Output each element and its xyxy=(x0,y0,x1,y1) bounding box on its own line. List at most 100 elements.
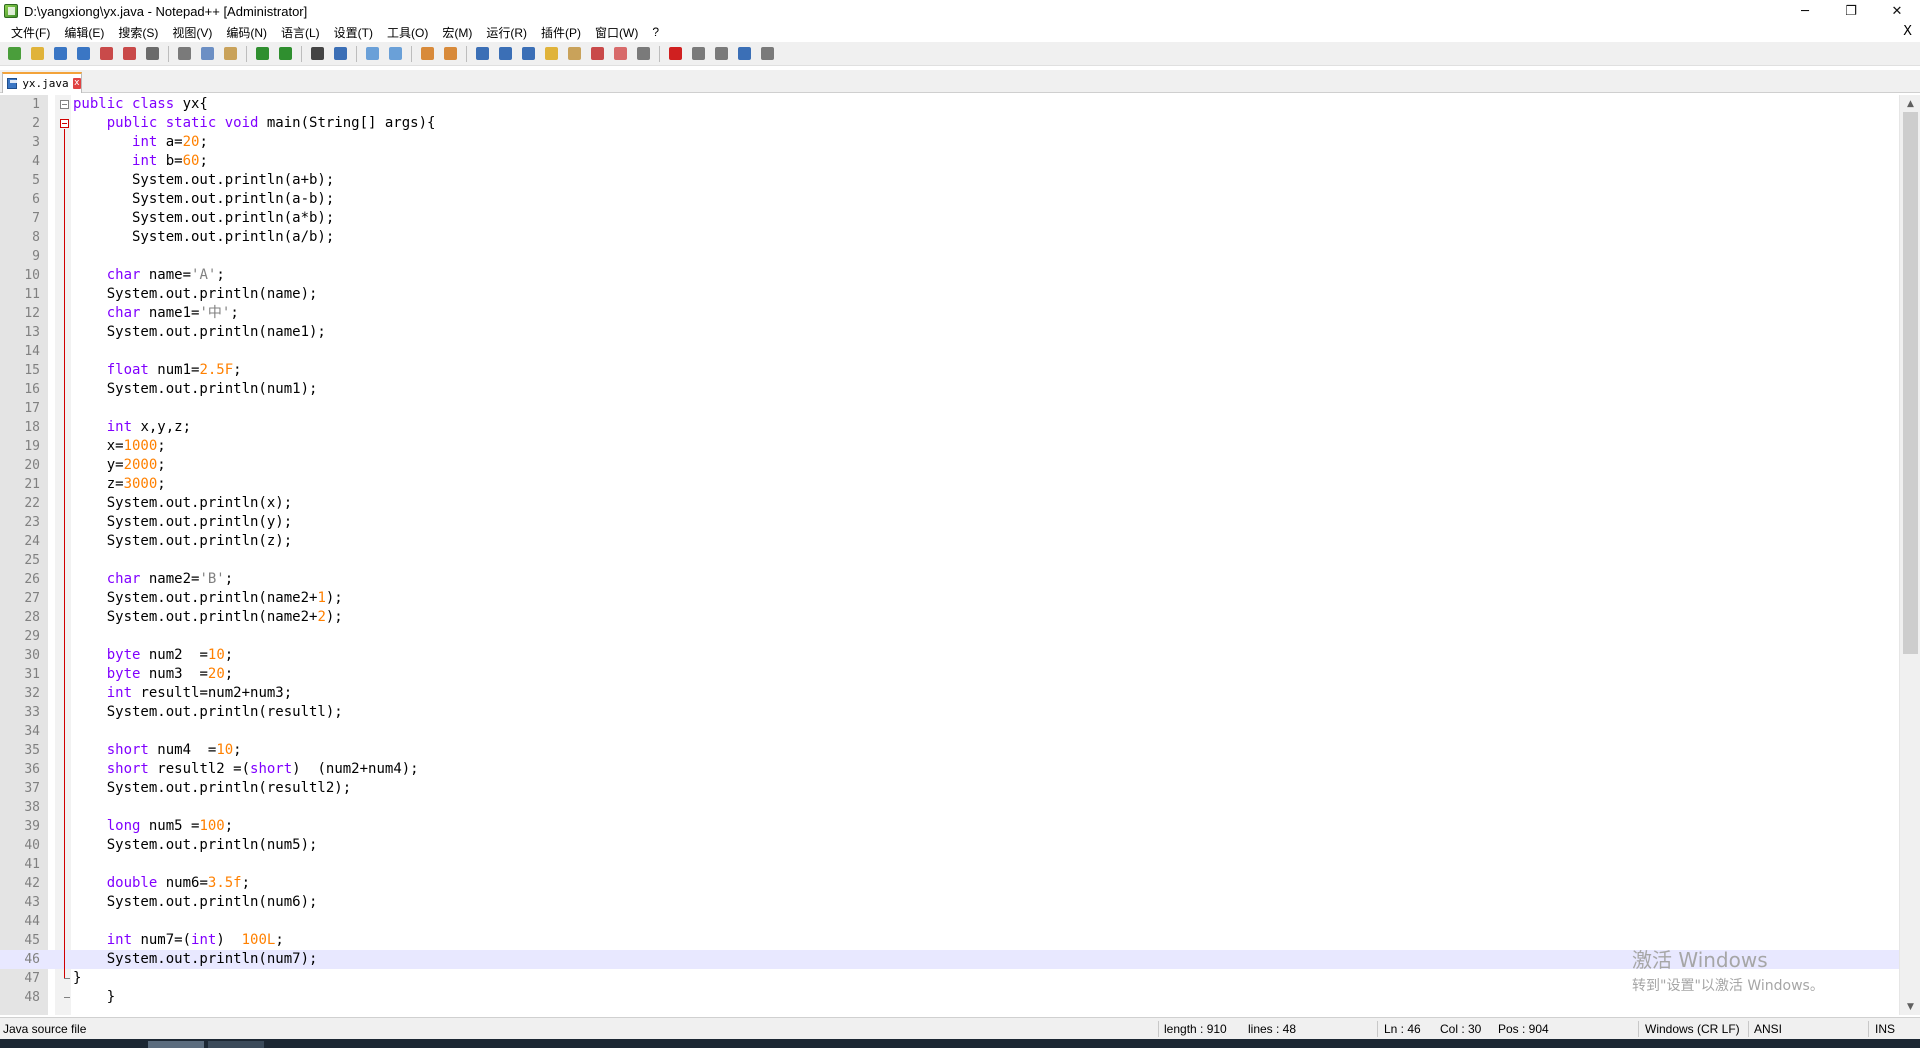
menu-window[interactable]: 窗口(W) xyxy=(588,24,645,41)
code-line[interactable]: 32 int resultl=num2+num3; xyxy=(0,684,1899,703)
code-line[interactable]: 33 System.out.println(resultl); xyxy=(0,703,1899,722)
save-all-button[interactable] xyxy=(73,44,93,64)
code-line[interactable]: 14 xyxy=(0,342,1899,361)
tab-close-icon[interactable]: x xyxy=(72,78,81,89)
code-line[interactable]: 10 char name='A'; xyxy=(0,266,1899,285)
code-line[interactable]: 46 System.out.println(num7); xyxy=(0,950,1899,969)
code-line[interactable]: 9 xyxy=(0,247,1899,266)
code-editor[interactable]: 1 public class yx{2 public static void ma… xyxy=(0,95,1920,1015)
scroll-down-arrow-icon[interactable]: ▼ xyxy=(1900,998,1920,1015)
undo-button[interactable] xyxy=(252,44,272,64)
code-line[interactable]: 40 System.out.println(num5); xyxy=(0,836,1899,855)
taskbar-app-button[interactable] xyxy=(148,1041,204,1048)
code-line[interactable]: 38 xyxy=(0,798,1899,817)
save-macro-button[interactable] xyxy=(757,44,777,64)
code-line[interactable]: 31 byte num3 =20; xyxy=(0,665,1899,684)
print-button[interactable] xyxy=(142,44,162,64)
close-all-button[interactable] xyxy=(119,44,139,64)
code-line[interactable]: 39 long num5 =100; xyxy=(0,817,1899,836)
replace-button[interactable] xyxy=(330,44,350,64)
menu-edit[interactable]: 编辑(E) xyxy=(57,24,111,41)
code-line[interactable]: 24 System.out.println(z); xyxy=(0,532,1899,551)
code-line[interactable]: 47} xyxy=(0,969,1899,988)
tab-yx-java[interactable]: yx.java x xyxy=(2,72,82,93)
code-line[interactable]: 44 xyxy=(0,912,1899,931)
code-line[interactable]: 45 int num7=(int) 100L; xyxy=(0,931,1899,950)
code-line[interactable]: 18 int x,y,z; xyxy=(0,418,1899,437)
indent-guide-button[interactable] xyxy=(518,44,538,64)
code-line[interactable]: 35 short num4 =10; xyxy=(0,741,1899,760)
code-line[interactable]: 13 System.out.println(name1); xyxy=(0,323,1899,342)
code-line[interactable]: 16 System.out.println(num1); xyxy=(0,380,1899,399)
close-document-x[interactable]: X xyxy=(1903,22,1912,42)
folder-workspace-button[interactable] xyxy=(610,44,630,64)
code-line[interactable]: 11 System.out.println(name); xyxy=(0,285,1899,304)
code-line[interactable]: 41 xyxy=(0,855,1899,874)
restore-button[interactable]: ❐ xyxy=(1828,0,1874,22)
menu-plugins[interactable]: 插件(P) xyxy=(534,24,588,41)
record-macro-button[interactable] xyxy=(665,44,685,64)
playback-macro-button[interactable] xyxy=(711,44,731,64)
redo-button[interactable] xyxy=(275,44,295,64)
word-wrap-button[interactable] xyxy=(472,44,492,64)
cut-button[interactable] xyxy=(174,44,194,64)
notepadpp-app-icon[interactable] xyxy=(4,4,18,18)
vertical-scrollbar[interactable]: ▲ ▼ xyxy=(1899,95,1920,1015)
code-line[interactable]: 34 xyxy=(0,722,1899,741)
code-line[interactable]: 22 System.out.println(x); xyxy=(0,494,1899,513)
code-line[interactable]: 48 } xyxy=(0,988,1899,1007)
code-line[interactable]: 3 int a=20; xyxy=(0,133,1899,152)
paste-button[interactable] xyxy=(220,44,240,64)
code-line[interactable]: 8 System.out.println(a/b); xyxy=(0,228,1899,247)
code-line[interactable]: 7 System.out.println(a*b); xyxy=(0,209,1899,228)
new-file-button[interactable] xyxy=(4,44,24,64)
menu-tools[interactable]: 工具(O) xyxy=(380,24,435,41)
menu-encoding[interactable]: 编码(N) xyxy=(219,24,274,41)
code-line[interactable]: 6 System.out.println(a-b); xyxy=(0,190,1899,209)
code-line[interactable]: 30 byte num2 =10; xyxy=(0,646,1899,665)
code-line[interactable]: 1 public class yx{ xyxy=(0,95,1899,114)
menu-view[interactable]: 视图(V) xyxy=(165,24,219,41)
doc-map-button[interactable] xyxy=(564,44,584,64)
scroll-up-arrow-icon[interactable]: ▲ xyxy=(1900,95,1920,112)
menu-macro[interactable]: 宏(M) xyxy=(435,24,479,41)
fold-collapse-method-icon[interactable] xyxy=(60,119,69,128)
code-line[interactable]: 43 System.out.println(num6); xyxy=(0,893,1899,912)
menu-settings[interactable]: 设置(T) xyxy=(327,24,380,41)
function-list-button[interactable] xyxy=(587,44,607,64)
menu-file[interactable]: 文件(F) xyxy=(4,24,57,41)
menu-search[interactable]: 搜索(S) xyxy=(111,24,165,41)
code-line[interactable]: 36 short resultl2 =(short) (num2+num4); xyxy=(0,760,1899,779)
minimize-button[interactable]: ─ xyxy=(1782,0,1828,22)
udl-button[interactable] xyxy=(541,44,561,64)
close-button[interactable] xyxy=(96,44,116,64)
code-line[interactable]: 28 System.out.println(name2+2); xyxy=(0,608,1899,627)
open-file-button[interactable] xyxy=(27,44,47,64)
code-line[interactable]: 29 xyxy=(0,627,1899,646)
code-line[interactable]: 37 System.out.println(resultl2); xyxy=(0,779,1899,798)
code-line[interactable]: 4 int b=60; xyxy=(0,152,1899,171)
sync-vertical-button[interactable] xyxy=(417,44,437,64)
copy-button[interactable] xyxy=(197,44,217,64)
show-all-chars-button[interactable] xyxy=(495,44,515,64)
monitoring-button[interactable] xyxy=(633,44,653,64)
zoom-in-button[interactable] xyxy=(362,44,382,64)
code-line[interactable]: 17 xyxy=(0,399,1899,418)
taskbar-app-button[interactable] xyxy=(208,1041,264,1048)
menu-language[interactable]: 语言(L) xyxy=(274,24,327,41)
find-button[interactable] xyxy=(307,44,327,64)
code-line[interactable]: 5 System.out.println(a+b); xyxy=(0,171,1899,190)
code-line[interactable]: 26 char name2='B'; xyxy=(0,570,1899,589)
code-line[interactable]: 19 x=1000; xyxy=(0,437,1899,456)
code-line[interactable]: 15 float num1=2.5F; xyxy=(0,361,1899,380)
scrollbar-thumb[interactable] xyxy=(1903,112,1918,654)
menu-run[interactable]: 运行(R) xyxy=(479,24,534,41)
code-line[interactable]: 21 z=3000; xyxy=(0,475,1899,494)
code-line[interactable]: 42 double num6=3.5f; xyxy=(0,874,1899,893)
close-window-button[interactable]: ✕ xyxy=(1874,0,1920,22)
fold-collapse-class-icon[interactable] xyxy=(60,100,69,109)
run-macro-multiple-button[interactable] xyxy=(734,44,754,64)
code-line[interactable]: 23 System.out.println(y); xyxy=(0,513,1899,532)
code-line[interactable]: 2 public static void main(String[] args)… xyxy=(0,114,1899,133)
zoom-out-button[interactable] xyxy=(385,44,405,64)
